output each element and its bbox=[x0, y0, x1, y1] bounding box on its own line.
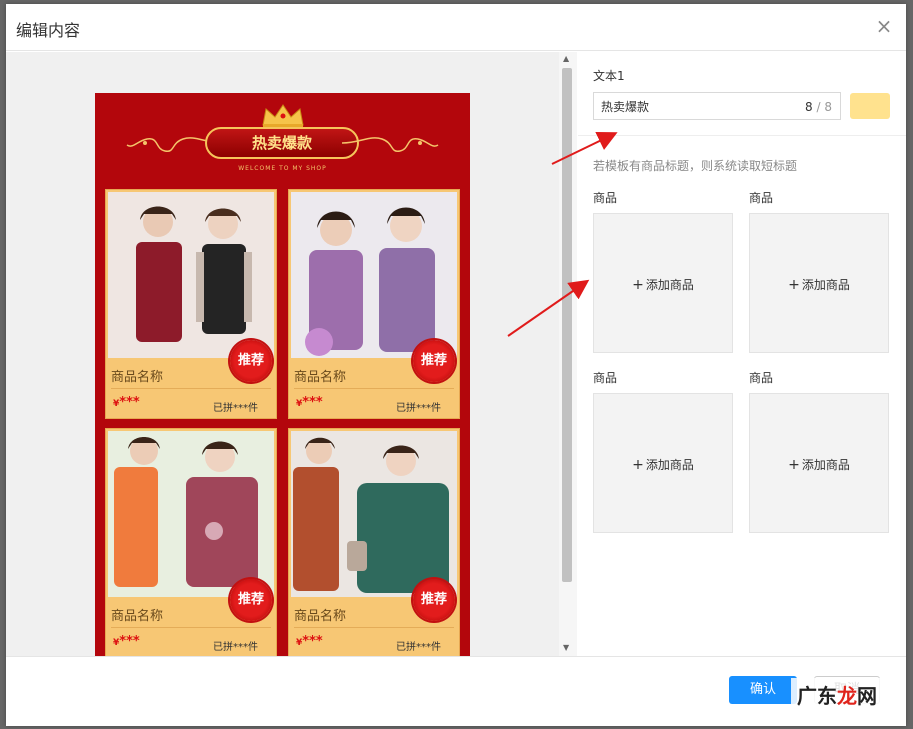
banner-title: 热卖爆款 bbox=[205, 127, 359, 159]
text1-input[interactable] bbox=[601, 99, 791, 113]
dialog-title: 编辑内容 bbox=[16, 21, 81, 40]
ornament-right-icon bbox=[341, 137, 439, 152]
sold-count: 已拼***件 bbox=[396, 403, 441, 414]
add-product-label: 添加商品 bbox=[801, 458, 850, 472]
product-name: 商品名称 bbox=[111, 370, 164, 385]
text1-field[interactable]: 8 / 8 bbox=[593, 92, 841, 120]
recommend-badge: 推荐 bbox=[413, 579, 455, 621]
add-product-button[interactable]: + 添加商品 bbox=[594, 276, 732, 293]
plus-icon: + bbox=[632, 457, 644, 473]
dialog-footer: 确认 取消 bbox=[6, 656, 906, 726]
recommend-badge: 推荐 bbox=[413, 340, 455, 382]
add-product-slot[interactable]: + 添加商品 bbox=[749, 213, 889, 353]
price-value: *** bbox=[119, 634, 140, 649]
product-name: 商品名称 bbox=[294, 609, 347, 624]
template-preview: 热卖爆款 WELCOME TO MY SHOP 推荐 商品名称 ¥*** 已拼*… bbox=[95, 93, 470, 656]
product-card: 推荐 商品名称 ¥*** 已拼***件 bbox=[288, 428, 460, 656]
color-picker[interactable] bbox=[850, 93, 890, 119]
sold-count: 已拼***件 bbox=[213, 403, 258, 414]
close-icon[interactable]: × bbox=[874, 16, 894, 36]
char-count: 8 bbox=[805, 100, 813, 114]
slot-label: 商品 bbox=[593, 191, 618, 205]
product-price: ¥*** bbox=[296, 634, 323, 649]
char-max: 8 bbox=[824, 100, 832, 114]
product-image bbox=[108, 192, 274, 358]
product-card: 推荐 商品名称 ¥*** 已拼***件 bbox=[105, 189, 277, 419]
text1-label: 文本1 bbox=[593, 69, 625, 83]
product-price: ¥*** bbox=[113, 395, 140, 410]
banner: 热卖爆款 WELCOME TO MY SHOP bbox=[95, 93, 470, 185]
banner-subtitle: WELCOME TO MY SHOP bbox=[238, 165, 327, 172]
config-panel: 文本1 8 / 8 若模板有商品标题，则系统读取短标题 商品 +添加商品 商品 … bbox=[578, 52, 906, 656]
preview-scrollbar[interactable]: ▲ ▼ bbox=[559, 52, 577, 656]
price-value: *** bbox=[302, 395, 323, 410]
add-product-button[interactable]: + 添加商品 bbox=[750, 456, 888, 473]
sold-count: 已拼***件 bbox=[396, 642, 441, 653]
watermark-text-3: 网 bbox=[857, 684, 877, 708]
slot-label: 商品 bbox=[749, 191, 774, 205]
add-product-slot[interactable]: + 添加商品 bbox=[749, 393, 889, 533]
card-divider bbox=[294, 388, 454, 389]
slot-label: 商品 bbox=[749, 371, 774, 385]
watermark-text-2: 龙 bbox=[837, 684, 857, 708]
add-product-button[interactable]: + 添加商品 bbox=[594, 456, 732, 473]
scrollbar-thumb[interactable] bbox=[562, 68, 572, 582]
confirm-button[interactable]: 确认 bbox=[729, 676, 797, 704]
product-name: 商品名称 bbox=[111, 609, 164, 624]
sold-count: 已拼***件 bbox=[213, 642, 258, 653]
add-product-label: 添加商品 bbox=[801, 278, 850, 292]
product-image bbox=[291, 192, 457, 358]
title-hint: 若模板有商品标题，则系统读取短标题 bbox=[593, 159, 798, 173]
plus-icon: + bbox=[788, 277, 800, 293]
recommend-badge: 推荐 bbox=[230, 579, 272, 621]
add-product-label: 添加商品 bbox=[645, 278, 694, 292]
section-divider bbox=[578, 135, 906, 136]
plus-icon: + bbox=[788, 457, 800, 473]
watermark-text-1: 广东 bbox=[797, 684, 837, 708]
slot-label: 商品 bbox=[593, 371, 618, 385]
product-card: 推荐 商品名称 ¥*** 已拼***件 bbox=[105, 428, 277, 656]
scroll-up-icon[interactable]: ▲ bbox=[563, 54, 569, 63]
char-sep: / bbox=[816, 100, 821, 114]
product-image bbox=[108, 431, 274, 597]
product-card: 推荐 商品名称 ¥*** 已拼***件 bbox=[288, 189, 460, 419]
add-product-button[interactable]: + 添加商品 bbox=[750, 276, 888, 293]
add-product-slot[interactable]: + 添加商品 bbox=[593, 393, 733, 533]
watermark: 广东龙网 bbox=[791, 678, 883, 711]
product-image bbox=[291, 431, 457, 597]
scroll-down-icon[interactable]: ▼ bbox=[563, 643, 569, 652]
add-product-slot[interactable]: + 添加商品 bbox=[593, 213, 733, 353]
char-counter: 8 / 8 bbox=[805, 100, 832, 114]
card-divider bbox=[111, 627, 271, 628]
price-value: *** bbox=[119, 395, 140, 410]
recommend-badge: 推荐 bbox=[230, 340, 272, 382]
dialog-header: 编辑内容 × bbox=[6, 4, 906, 51]
product-name: 商品名称 bbox=[294, 370, 347, 385]
crown-icon bbox=[262, 104, 304, 128]
preview-pane: 热卖爆款 WELCOME TO MY SHOP 推荐 商品名称 ¥*** 已拼*… bbox=[6, 52, 577, 656]
plus-icon: + bbox=[632, 277, 644, 293]
price-value: *** bbox=[302, 634, 323, 649]
add-product-label: 添加商品 bbox=[645, 458, 694, 472]
product-price: ¥*** bbox=[113, 634, 140, 649]
edit-content-dialog: 编辑内容 × 热卖爆款 WELCOME TO MY SHOP 推荐 商品名称 ¥… bbox=[6, 4, 906, 726]
card-divider bbox=[111, 388, 271, 389]
card-divider bbox=[294, 627, 454, 628]
product-price: ¥*** bbox=[296, 395, 323, 410]
